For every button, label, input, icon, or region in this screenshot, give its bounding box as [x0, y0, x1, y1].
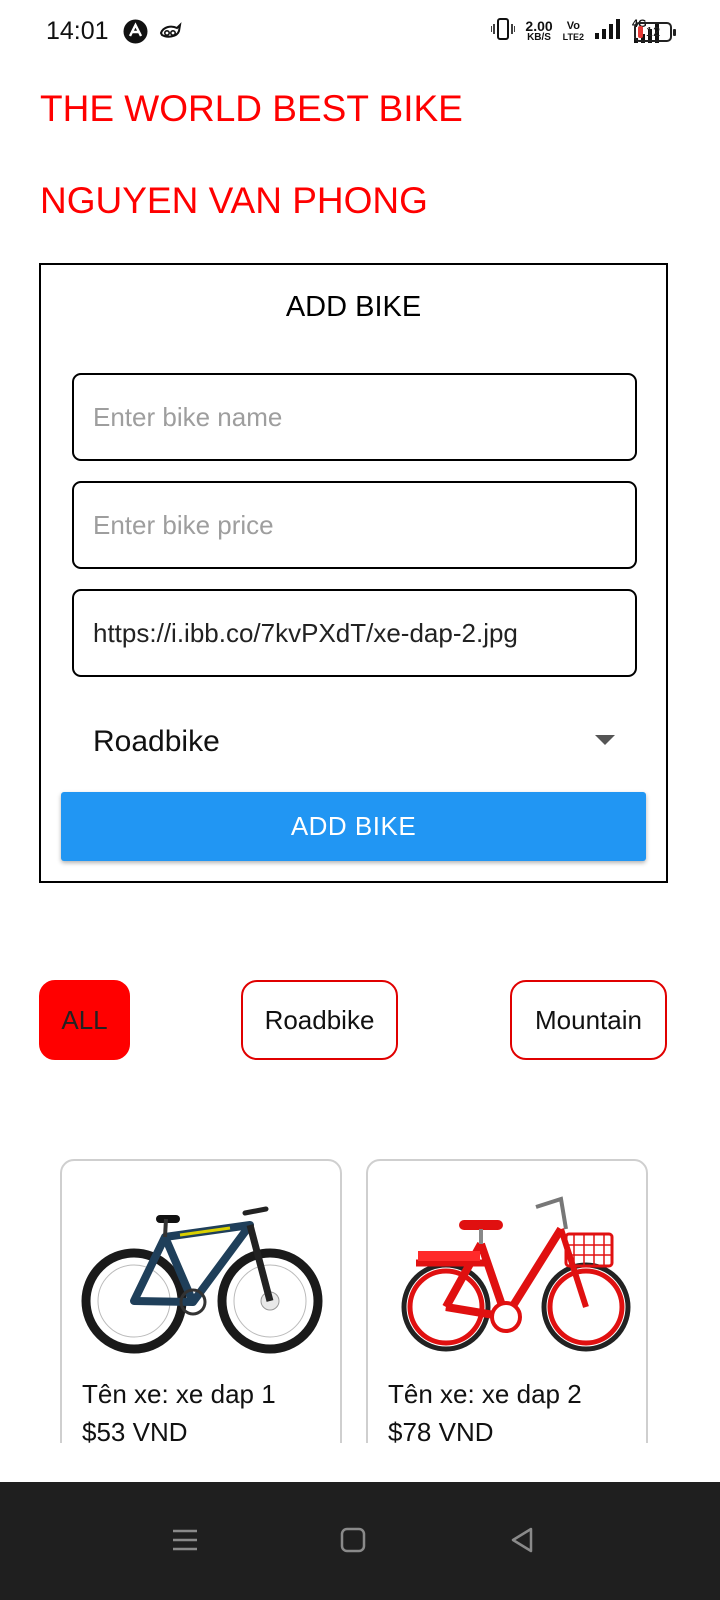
- add-bike-button[interactable]: ADD BIKE: [61, 792, 646, 861]
- back-triangle-icon[interactable]: [492, 1510, 552, 1570]
- red-city-bike-image: [386, 1189, 632, 1359]
- home-square-icon[interactable]: [323, 1510, 383, 1570]
- mountain-bike-image: [80, 1189, 326, 1359]
- chevron-down-icon: [595, 735, 615, 745]
- product-list: Tên xe: xe dap 1 $53 VND Tên xe: xe dap …: [0, 1140, 720, 1443]
- author-name: NGUYEN VAN PHONG: [40, 180, 428, 221]
- bird-icon: [158, 19, 182, 48]
- network-speed-value: 2.00: [525, 17, 553, 34]
- page-title: THE WORLD BEST BIKE: [40, 88, 463, 129]
- bike-price-input[interactable]: [72, 481, 637, 569]
- network-speed: 2.00 KB/S: [525, 17, 553, 44]
- product-name: Tên xe: xe dap 2: [388, 1379, 582, 1409]
- filter-mountain-button[interactable]: Mountain: [510, 980, 667, 1060]
- battery-level-fill: [638, 26, 643, 38]
- bike-image-url-input[interactable]: [72, 589, 637, 677]
- volte-bottom: LTE2: [562, 31, 584, 42]
- volte-indicator: Vo LTE2: [562, 19, 584, 43]
- product-card[interactable]: Tên xe: xe dap 1 $53 VND: [60, 1159, 342, 1443]
- product-price: $53 VND: [82, 1417, 188, 1443]
- vibrate-icon: [490, 16, 517, 47]
- network-speed-unit: KB/S: [527, 31, 551, 43]
- volte-top: Vo: [566, 19, 580, 32]
- status-bar: 14:01 2.00 KB/S Vo LTE2 4G 12: [0, 0, 720, 64]
- system-nav-bar: [0, 1482, 720, 1600]
- product-price: $78 VND: [388, 1417, 494, 1443]
- bike-type-selected: Roadbike: [93, 725, 220, 758]
- status-time: 14:01: [46, 17, 109, 45]
- add-bike-form: ADD BIKE Roadbike ADD BIKE: [39, 263, 668, 883]
- battery-level: 12: [645, 24, 661, 39]
- product-name: Tên xe: xe dap 1: [82, 1379, 276, 1409]
- signal-icon: [594, 18, 620, 45]
- app-notification-icon: [123, 19, 148, 49]
- product-card[interactable]: Tên xe: xe dap 2 $78 VND: [366, 1159, 648, 1443]
- bike-type-select[interactable]: Roadbike: [72, 695, 637, 787]
- bike-name-input[interactable]: [72, 373, 637, 461]
- menu-icon[interactable]: [155, 1510, 215, 1570]
- battery-icon: 12: [634, 22, 676, 42]
- filter-all-button[interactable]: ALL: [39, 980, 130, 1060]
- form-heading: ADD BIKE: [285, 291, 422, 323]
- filter-roadbike-button[interactable]: Roadbike: [241, 980, 398, 1060]
